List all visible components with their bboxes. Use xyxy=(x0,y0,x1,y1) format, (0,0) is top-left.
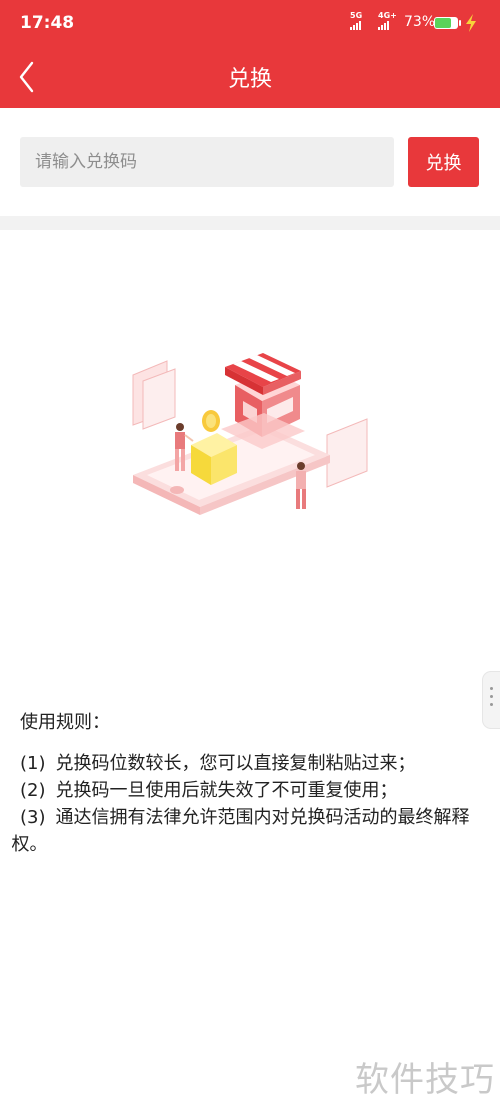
section-divider xyxy=(0,216,500,230)
rule-text: 通达信拥有法律允许范围内对兑换码活动的最终解释权。 xyxy=(11,807,470,855)
rule-item: (2) 兑换码一旦使用后就失效了不可重复使用； xyxy=(20,777,480,804)
redeem-code-input[interactable] xyxy=(20,137,394,187)
battery-fill xyxy=(435,18,451,28)
title-bar: 兑换 xyxy=(0,46,500,108)
battery-icon xyxy=(434,17,461,29)
signal-5g-icon: 5G xyxy=(350,12,362,30)
status-time: 17:48 xyxy=(20,13,75,33)
redeem-button[interactable]: 兑换 xyxy=(408,137,479,187)
signal-4g-label: 4G+ xyxy=(378,11,397,20)
redeem-form: 兑换 xyxy=(0,108,500,216)
status-bar: 17:48 5G 4G+ 73% xyxy=(0,0,500,46)
rule-item: (3) 通达信拥有法律允许范围内对兑换码活动的最终解释权。 xyxy=(12,804,480,858)
more-dots-icon xyxy=(490,687,493,711)
rule-text: 兑换码位数较长，您可以直接复制粘贴过来； xyxy=(55,753,416,774)
usage-rules: 使用规则： (1) 兑换码位数较长，您可以直接复制粘贴过来； (2) 兑换码一旦… xyxy=(12,708,480,858)
rule-item: (1) 兑换码位数较长，您可以直接复制粘贴过来； xyxy=(20,750,480,777)
battery-percent: 73% xyxy=(404,14,436,30)
rule-text: 兑换码一旦使用后就失效了不可重复使用； xyxy=(55,780,398,801)
watermark: 软件技巧 xyxy=(355,1060,495,1100)
charging-bolt-icon xyxy=(466,14,476,32)
rules-title: 使用规则： xyxy=(20,712,110,733)
page-title: 兑换 xyxy=(227,67,272,92)
signal-5g-label: 5G xyxy=(350,11,363,20)
rule-number: (1) xyxy=(20,753,46,774)
shop-illustration xyxy=(132,353,368,515)
signal-4g-icon: 4G+ xyxy=(378,12,397,30)
floating-side-handle[interactable] xyxy=(482,671,500,729)
rule-number: (2) xyxy=(20,780,46,801)
